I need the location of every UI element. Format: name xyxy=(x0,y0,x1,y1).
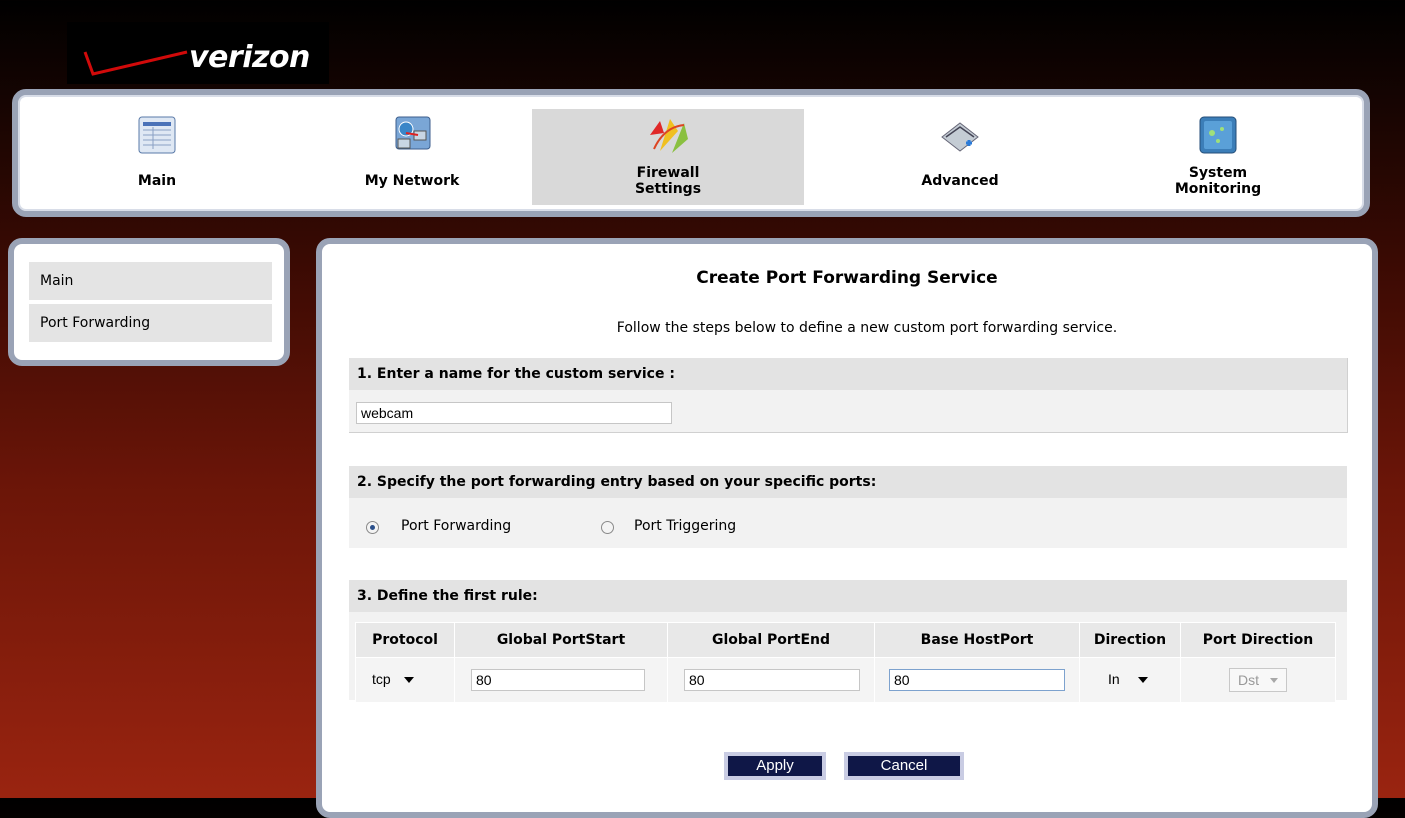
cancel-button[interactable]: Cancel xyxy=(844,752,964,780)
port-direction-cell: Dst xyxy=(1180,657,1336,703)
nav-advanced-label: Advanced xyxy=(921,173,999,189)
protocol-select[interactable]: tcp xyxy=(364,668,422,692)
service-name-input[interactable]: webcam xyxy=(356,402,672,424)
chevron-down-icon xyxy=(404,677,414,683)
col-base-host-port: Base HostPort xyxy=(874,622,1080,658)
step1-section: 1. Enter a name for the custom service :… xyxy=(349,358,1348,433)
nav-my-network[interactable]: My Network xyxy=(276,109,548,205)
rule-table: Protocol Global PortStart Global PortEnd… xyxy=(355,622,1336,703)
host-port-cell: 80 xyxy=(874,657,1080,703)
protocol-cell: tcp xyxy=(355,657,455,703)
port-direction-value: Dst xyxy=(1238,672,1259,688)
direction-select[interactable]: In xyxy=(1100,668,1156,692)
main-panel: Create Port Forwarding Service Follow th… xyxy=(316,238,1378,818)
global-port-start-input[interactable]: 80 xyxy=(471,669,645,691)
nav-my-network-label: My Network xyxy=(364,173,460,189)
step3-section: 3. Define the first rule: Protocol Globa… xyxy=(349,580,1347,703)
verizon-logo: verizon xyxy=(67,22,329,84)
page-title: Create Port Forwarding Service xyxy=(696,268,998,288)
protocol-value: tcp xyxy=(372,671,391,687)
firewall-icon xyxy=(650,119,688,153)
step2-section: 2. Specify the port forwarding entry bas… xyxy=(349,466,1347,548)
radio-selected-dot xyxy=(370,525,375,530)
rule-table-header: Protocol Global PortStart Global PortEnd… xyxy=(355,622,1336,658)
nav-advanced[interactable]: Advanced xyxy=(824,109,1096,205)
nav-firewall-label: Firewall Settings xyxy=(634,165,702,197)
page-description: Follow the steps below to define a new c… xyxy=(616,320,1118,336)
port-forwarding-radio[interactable] xyxy=(366,521,379,534)
col-direction: Direction xyxy=(1079,622,1181,658)
direction-value: In xyxy=(1108,671,1120,687)
direction-cell: In xyxy=(1079,657,1181,703)
logo-text: verizon xyxy=(189,40,310,75)
sidebar: Main Port Forwarding xyxy=(8,238,290,366)
my-network-icon xyxy=(395,116,431,150)
step3-heading: 3. Define the first rule: xyxy=(349,580,1347,612)
sidebar-item-port-forwarding[interactable]: Port Forwarding xyxy=(29,304,272,342)
top-navigation: Main My Network Firewall Settings Advanc… xyxy=(12,89,1370,217)
col-port-direction: Port Direction xyxy=(1180,622,1336,658)
step2-heading: 2. Specify the port forwarding entry bas… xyxy=(349,466,1347,498)
port-start-cell: 80 xyxy=(454,657,668,703)
apply-button[interactable]: Apply xyxy=(724,752,826,780)
col-global-port-end: Global PortEnd xyxy=(667,622,875,658)
port-forwarding-label[interactable]: Port Forwarding xyxy=(401,518,511,534)
nav-main-label: Main xyxy=(137,173,177,189)
port-direction-select[interactable]: Dst xyxy=(1229,668,1287,692)
nav-system-monitoring-label: System Monitoring xyxy=(1174,165,1262,197)
port-triggering-label[interactable]: Port Triggering xyxy=(634,518,736,534)
global-port-end-input[interactable]: 80 xyxy=(684,669,860,691)
col-protocol: Protocol xyxy=(355,622,455,658)
main-table-icon xyxy=(138,116,176,154)
system-monitoring-icon xyxy=(1199,116,1237,154)
port-triggering-radio[interactable] xyxy=(601,521,614,534)
chevron-down-icon xyxy=(1270,678,1278,683)
nav-firewall-settings[interactable]: Firewall Settings xyxy=(532,109,804,205)
step1-heading: 1. Enter a name for the custom service : xyxy=(349,358,1347,390)
col-global-port-start: Global PortStart xyxy=(454,622,668,658)
base-host-port-input[interactable]: 80 xyxy=(889,669,1065,691)
port-end-cell: 80 xyxy=(667,657,875,703)
sidebar-item-main[interactable]: Main xyxy=(29,262,272,300)
nav-main[interactable]: Main xyxy=(21,109,293,205)
chevron-down-icon xyxy=(1138,677,1148,683)
nav-system-monitoring[interactable]: System Monitoring xyxy=(1082,109,1354,205)
advanced-tools-icon xyxy=(941,122,979,152)
rule-row: tcp 80 80 80 In Dst xyxy=(355,657,1336,703)
